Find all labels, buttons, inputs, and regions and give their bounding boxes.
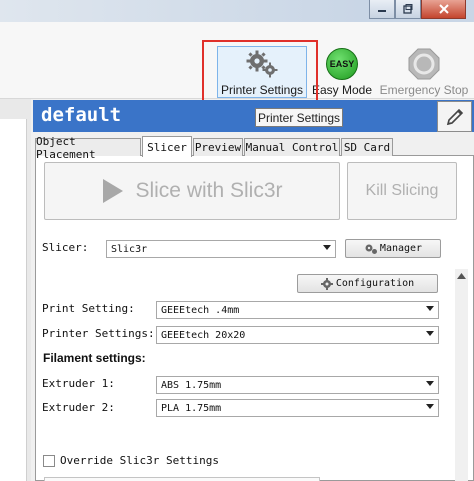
printer-settings-select[interactable]: GEEEtech 20x20: [156, 326, 439, 344]
emergency-stop-label: Emergency Stop: [379, 83, 469, 97]
maximize-button[interactable]: [395, 0, 421, 19]
gear-icon: [320, 277, 333, 290]
gears-icon: [365, 244, 377, 254]
override-checkbox[interactable]: [43, 455, 55, 467]
slicer-select-value: Slic3r: [111, 243, 148, 255]
edit-profile-button[interactable]: [437, 101, 472, 132]
manager-button-label: Manager: [379, 243, 423, 254]
chevron-down-icon: [426, 331, 434, 336]
profile-title: default: [41, 104, 122, 126]
pencil-icon: [446, 108, 463, 125]
configuration-button-label: Configuration: [335, 278, 415, 289]
tab-sd-card[interactable]: SD Card: [341, 138, 393, 156]
override-label: Override Slic3r Settings: [60, 454, 219, 467]
restore-icon: [403, 4, 413, 14]
slice-button[interactable]: Slice with Slic3r: [44, 162, 340, 220]
tab-object-placement[interactable]: Object Placement: [35, 135, 141, 161]
slice-button-label: Slice with Slic3r: [135, 179, 283, 202]
title-bar-fade: [0, 0, 360, 22]
vertical-scrollbar[interactable]: [455, 269, 468, 481]
minimize-button[interactable]: [369, 0, 395, 19]
easy-mode-label: Easy Mode: [311, 83, 373, 97]
chevron-down-icon: [426, 306, 434, 311]
override-settings-group: [44, 477, 320, 481]
filament-settings-heading: Filament settings:: [43, 351, 146, 365]
extruder2-value: PLA 1.75mm: [161, 402, 222, 414]
tab-manual-control[interactable]: Manual Control: [244, 138, 340, 156]
tab-preview[interactable]: Preview: [193, 138, 243, 156]
extruder2-label: Extruder 2:: [42, 401, 115, 414]
manager-button[interactable]: Manager: [345, 239, 441, 258]
configuration-button[interactable]: Configuration: [297, 274, 438, 293]
emergency-stop-button[interactable]: Emergency Stop: [378, 48, 470, 98]
left-canvas: [0, 119, 27, 481]
window-title-bar: [0, 0, 474, 22]
print-setting-select[interactable]: GEEEtech .4mm: [156, 301, 439, 319]
tab-slicer[interactable]: Slicer: [142, 136, 192, 157]
easy-mode-icon: EASY: [326, 48, 358, 80]
print-setting-label: Print Setting:: [42, 302, 135, 315]
chevron-down-icon: [323, 245, 331, 250]
print-setting-value: GEEEtech .4mm: [161, 304, 240, 316]
extruder2-select[interactable]: PLA 1.75mm: [156, 399, 439, 417]
close-icon: [438, 4, 449, 14]
kill-slicing-button[interactable]: Kill Slicing: [347, 162, 457, 220]
slicer-label: Slicer:: [42, 241, 89, 254]
emergency-stop-icon: [408, 48, 440, 80]
extruder1-label: Extruder 1:: [42, 377, 115, 390]
kill-slicing-label: Kill Slicing: [365, 182, 439, 199]
slicer-select[interactable]: Slic3r: [106, 240, 336, 258]
minimize-icon: [378, 10, 386, 12]
highlight-annotation: [202, 40, 318, 102]
chevron-down-icon: [426, 404, 434, 409]
chevron-down-icon: [426, 381, 434, 386]
printer-settings-field-label: Printer Settings:: [42, 327, 155, 340]
extruder1-select[interactable]: ABS 1.75mm: [156, 376, 439, 394]
printer-settings-tooltip: Printer Settings: [255, 108, 343, 127]
scroll-up-button[interactable]: [455, 269, 468, 282]
close-button[interactable]: [421, 0, 466, 19]
easy-badge-text: EASY: [329, 59, 355, 69]
extruder1-value: ABS 1.75mm: [161, 379, 222, 391]
chevron-up-icon: [457, 272, 466, 279]
easy-mode-button[interactable]: EASY Easy Mode: [310, 48, 374, 98]
play-icon: [103, 179, 124, 203]
printer-settings-value: GEEEtech 20x20: [161, 329, 246, 341]
printer-profile-header: default: [33, 100, 474, 132]
left-view-pane: [0, 99, 31, 481]
